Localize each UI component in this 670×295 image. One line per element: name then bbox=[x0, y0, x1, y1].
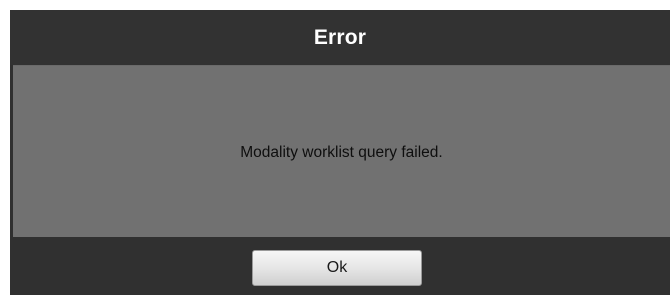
error-dialog: Error Modality worklist query failed. Ok bbox=[10, 10, 670, 295]
dialog-titlebar: Error bbox=[10, 10, 670, 65]
dialog-footer: Ok bbox=[10, 237, 670, 295]
ok-button-label: Ok bbox=[326, 259, 348, 276]
dialog-title: Error bbox=[313, 25, 367, 49]
error-message: Modality worklist query failed. bbox=[240, 144, 443, 161]
dialog-body: Modality worklist query failed. bbox=[13, 65, 670, 238]
ok-button[interactable]: Ok bbox=[252, 250, 422, 286]
